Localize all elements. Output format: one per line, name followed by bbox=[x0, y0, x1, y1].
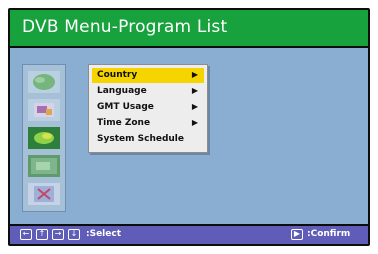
submenu-arrow-icon: ▶ bbox=[191, 86, 198, 95]
menu-item-label: Country bbox=[97, 70, 138, 80]
leaf-icon[interactable] bbox=[28, 127, 60, 149]
tools-icon[interactable] bbox=[28, 99, 60, 121]
right-arrow-key-icon: → bbox=[52, 229, 64, 240]
category-sidebar bbox=[22, 64, 66, 212]
cross-icon[interactable] bbox=[28, 183, 60, 205]
menu-content-area: Country ▶ Language ▶ GMT Usage ▶ Time Zo… bbox=[10, 48, 368, 224]
tv-screen: DVB Menu-Program List Country ▶ Language… bbox=[8, 8, 370, 246]
menu-item-label: Language bbox=[97, 86, 147, 96]
menu-item-system-schedule[interactable]: System Schedule bbox=[92, 132, 204, 147]
menu-item-country[interactable]: Country ▶ bbox=[92, 68, 204, 83]
menu-item-time-zone[interactable]: Time Zone ▶ bbox=[92, 116, 204, 131]
menu-item-label: GMT Usage bbox=[97, 102, 154, 112]
submenu-arrow-icon: ▶ bbox=[191, 118, 198, 127]
menu-item-gmt-usage[interactable]: GMT Usage ▶ bbox=[92, 100, 204, 115]
image-icon[interactable] bbox=[28, 155, 60, 177]
select-hint-label: :Select bbox=[86, 229, 122, 239]
submenu-arrow-icon: ▶ bbox=[191, 70, 198, 79]
left-arrow-key-icon: ← bbox=[20, 229, 32, 240]
play-key-icon: ▶ bbox=[291, 229, 303, 240]
confirm-hint-label: :Confirm bbox=[307, 229, 351, 239]
title-bar: DVB Menu-Program List bbox=[10, 10, 368, 46]
up-arrow-key-icon: ↑ bbox=[36, 229, 48, 240]
submenu-arrow-icon: ▶ bbox=[191, 102, 198, 111]
globe-icon[interactable] bbox=[28, 71, 60, 93]
menu-item-label: Time Zone bbox=[97, 118, 151, 128]
key-hint-bar: ← ↑ → ↓ :Select ▶ :Confirm bbox=[10, 226, 368, 244]
menu-item-label: System Schedule bbox=[97, 134, 184, 144]
menu-item-language[interactable]: Language ▶ bbox=[92, 84, 204, 99]
menu-title: DVB Menu-Program List bbox=[22, 17, 228, 37]
down-arrow-key-icon: ↓ bbox=[68, 229, 80, 240]
settings-dropdown-menu: Country ▶ Language ▶ GMT Usage ▶ Time Zo… bbox=[88, 64, 208, 153]
